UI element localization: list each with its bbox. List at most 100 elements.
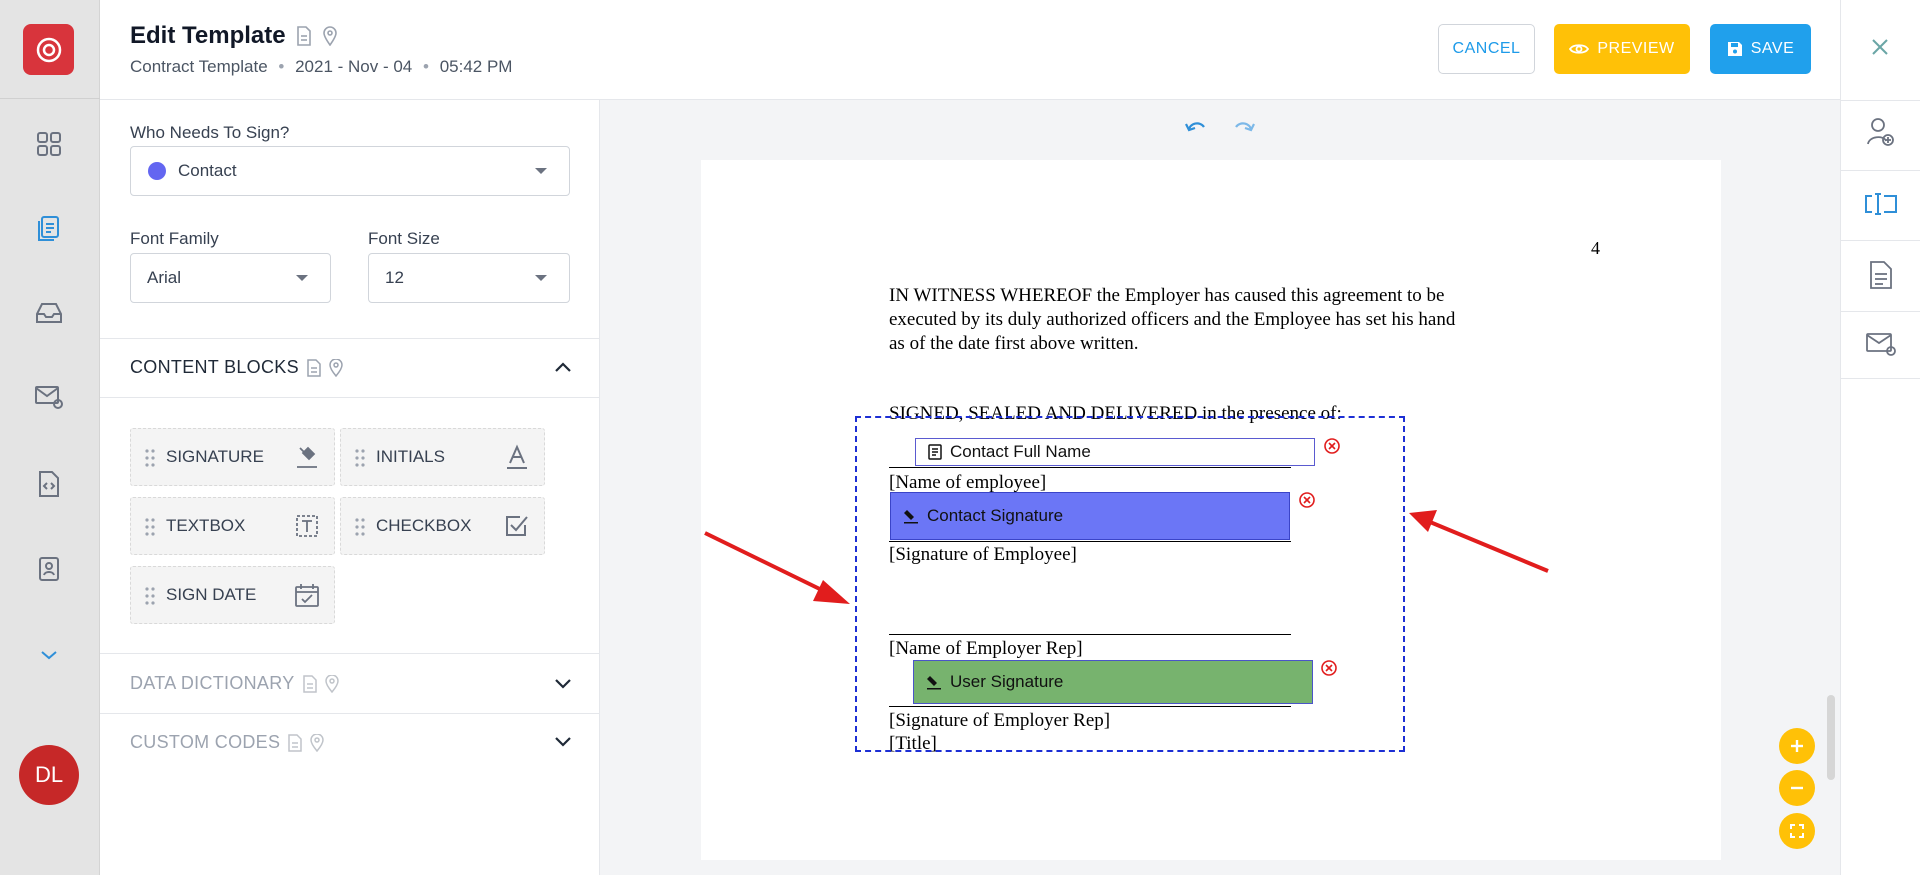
witness-paragraph-line: executed by its duly authorized officers… <box>889 309 1456 330</box>
right-rail-divider <box>1841 240 1920 241</box>
drag-handle-icon[interactable] <box>355 448 365 468</box>
checkbox-icon <box>506 516 528 536</box>
block-label: INITIALS <box>376 447 445 466</box>
right-toolbar <box>1840 0 1920 875</box>
chevron-up-icon[interactable] <box>554 361 572 373</box>
email-settings-icon[interactable] <box>1863 326 1899 362</box>
right-rail-divider <box>1841 100 1920 101</box>
font-family-select[interactable]: Arial <box>130 253 331 303</box>
save-label: SAVE <box>1750 40 1795 57</box>
font-family-value: Arial <box>147 268 182 287</box>
font-size-label: Font Size <box>368 229 440 248</box>
font-family-label: Font Family <box>130 229 219 248</box>
document-icon[interactable] <box>296 26 312 46</box>
data-dictionary-title: DATA DICTIONARY <box>130 673 339 694</box>
caret-down-icon <box>535 275 547 281</box>
content-blocks-title-text: CONTENT BLOCKS <box>130 357 299 377</box>
remove-field-icon[interactable] <box>1298 491 1316 509</box>
code-icon[interactable] <box>34 469 64 499</box>
witness-paragraph-line: IN WITNESS WHEREOF the Employer has caus… <box>889 285 1445 306</box>
zoom-out-button[interactable] <box>1779 770 1815 806</box>
signer-select[interactable]: Contact <box>130 146 570 196</box>
template-date: 2021 - Nov - 04 <box>295 57 413 76</box>
preview-label: PREVIEW <box>1597 40 1675 57</box>
save-button[interactable]: SAVE <box>1710 24 1811 74</box>
chevron-down-icon[interactable] <box>554 736 572 748</box>
witness-paragraph-line: as of the date first above written. <box>889 333 1139 354</box>
chevron-down-icon[interactable] <box>34 640 64 670</box>
document-icon[interactable] <box>307 358 321 377</box>
drag-handle-icon[interactable] <box>355 517 365 537</box>
drag-handle-icon[interactable] <box>145 586 155 606</box>
content-blocks-header[interactable]: CONTENT BLOCKS <box>100 338 600 398</box>
caret-down-icon <box>535 168 547 174</box>
cancel-button[interactable]: CANCEL <box>1438 24 1535 74</box>
template-time: 05:42 PM <box>439 57 513 76</box>
plus-icon <box>1791 740 1803 752</box>
close-icon[interactable] <box>1867 34 1893 60</box>
contacts-icon[interactable] <box>34 554 64 584</box>
block-label: SIGNATURE <box>166 447 264 466</box>
remove-field-icon[interactable] <box>1320 659 1338 677</box>
chevron-down-icon[interactable] <box>554 678 572 690</box>
custom-codes-header[interactable]: CUSTOM CODES <box>100 713 600 773</box>
content-block-sign-date[interactable]: SIGN DATE <box>130 566 335 624</box>
textbox-icon <box>296 515 318 537</box>
font-size-select[interactable]: 12 <box>368 253 570 303</box>
zoom-in-button[interactable] <box>1779 728 1815 764</box>
content-block-checkbox[interactable]: CHECKBOX <box>340 497 545 555</box>
documents-icon[interactable] <box>34 214 64 244</box>
page-subtitle: Contract Template • 2021 - Nov - 04 • 05… <box>130 57 512 77</box>
drag-handle-icon[interactable] <box>145 448 155 468</box>
signer-color-dot <box>148 162 166 180</box>
floppy-disk-icon <box>1727 42 1742 56</box>
mail-settings-icon[interactable] <box>34 382 64 412</box>
app-logo[interactable] <box>23 24 74 75</box>
location-pin-icon[interactable] <box>324 674 339 693</box>
document-icon[interactable] <box>288 733 303 752</box>
location-pin-icon[interactable] <box>322 26 338 46</box>
fit-to-screen-button[interactable] <box>1779 813 1815 849</box>
inbox-icon[interactable] <box>34 298 64 328</box>
dashboard-icon[interactable] <box>34 129 64 159</box>
content-block-initials[interactable]: INITIALS <box>340 428 545 486</box>
top-header: Edit Template Contract Template • 2021 -… <box>100 0 1840 100</box>
field-label: Contact Full Name <box>950 442 1091 461</box>
location-pin-icon[interactable] <box>329 358 343 377</box>
document-icon[interactable] <box>302 674 317 693</box>
contact-signature-field[interactable]: Contact Signature <box>890 492 1290 540</box>
right-rail-divider <box>1841 311 1920 312</box>
document-icon[interactable] <box>1863 257 1899 293</box>
remove-field-icon[interactable] <box>1323 437 1341 455</box>
drag-handle-icon[interactable] <box>145 517 155 537</box>
scrollbar[interactable] <box>1827 695 1835 780</box>
signer-value: Contact <box>178 161 237 180</box>
settings-panel: Who Needs To Sign? Contact Font Family A… <box>100 100 600 875</box>
user-signature-field[interactable]: User Signature <box>913 660 1313 704</box>
calendar-icon <box>295 584 319 607</box>
signature-pen-icon <box>904 510 918 524</box>
content-blocks-title: CONTENT BLOCKS <box>130 357 343 378</box>
rail-divider <box>0 98 100 99</box>
preview-button[interactable]: PREVIEW <box>1554 24 1690 74</box>
app-sidebar: DL <box>0 0 100 875</box>
page-title: Edit Template <box>130 22 338 50</box>
block-label: SIGN DATE <box>166 585 257 604</box>
contact-full-name-field[interactable]: Contact Full Name <box>915 438 1315 466</box>
document-page: 4 IN WITNESS WHEREOF the Employer has ca… <box>701 160 1721 860</box>
redo-icon[interactable] <box>1231 118 1257 134</box>
font-size-value: 12 <box>385 268 404 287</box>
avatar[interactable]: DL <box>19 745 79 805</box>
textbox-field-icon <box>928 444 942 460</box>
content-block-signature[interactable]: SIGNATURE <box>130 428 335 486</box>
logo-icon <box>36 37 61 62</box>
template-type: Contract Template <box>130 57 268 76</box>
undo-icon[interactable] <box>1183 118 1209 134</box>
custom-codes-title: CUSTOM CODES <box>130 732 325 753</box>
text-field-icon[interactable] <box>1863 186 1899 222</box>
location-pin-icon[interactable] <box>310 733 325 752</box>
right-rail-divider <box>1841 378 1920 379</box>
add-recipient-icon[interactable] <box>1863 114 1899 150</box>
content-block-textbox[interactable]: TEXTBOX <box>130 497 335 555</box>
data-dictionary-header[interactable]: DATA DICTIONARY <box>100 653 600 713</box>
